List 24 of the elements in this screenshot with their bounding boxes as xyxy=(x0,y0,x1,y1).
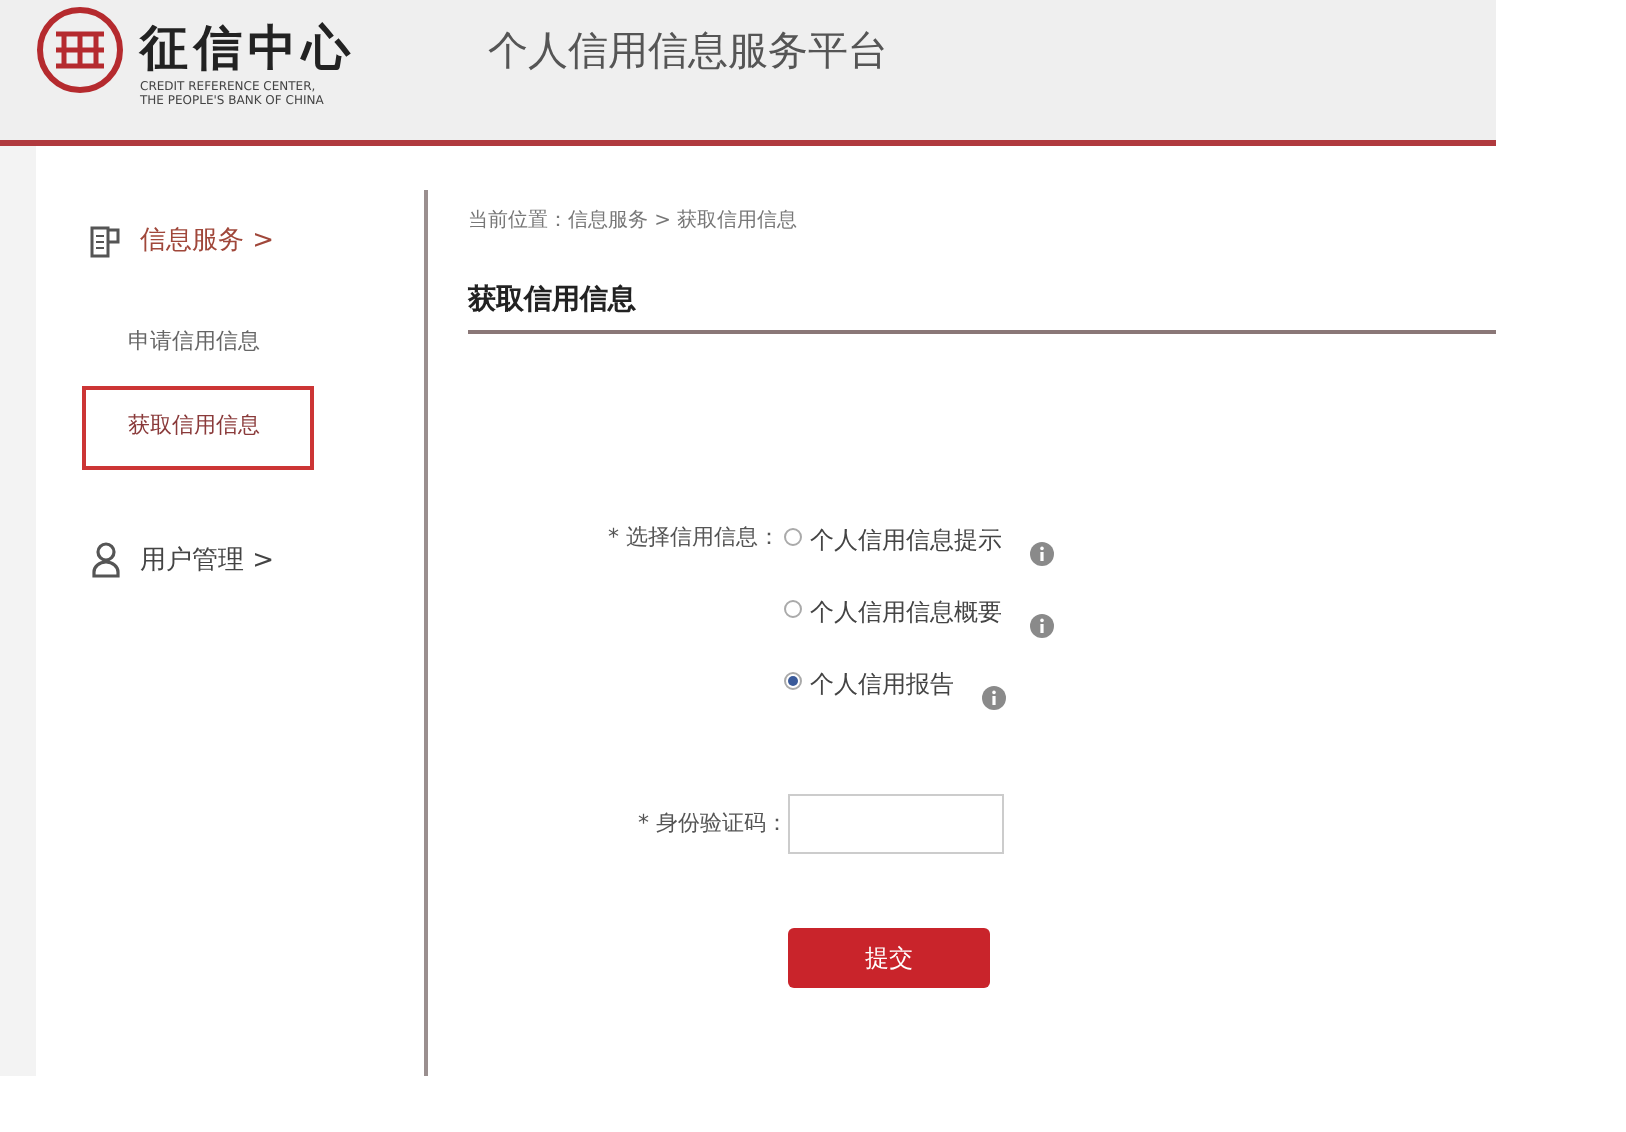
sidebar-section-link[interactable]: 信息服务 > xyxy=(140,222,275,261)
field-label: * 身份验证码： xyxy=(636,807,788,840)
sidebar-section-link[interactable]: 用户管理 > xyxy=(140,541,275,580)
verification-code-field[interactable] xyxy=(788,794,1004,854)
field-label: * 选择信用信息： xyxy=(606,522,782,554)
radio-label[interactable]: 个人信用信息概要 xyxy=(810,594,1002,630)
breadcrumb: 当前位置：信息服务 > 获取信用信息 xyxy=(468,207,800,236)
info-icon[interactable] xyxy=(1030,614,1054,638)
info-icon[interactable] xyxy=(982,686,1006,710)
seal-logo-icon xyxy=(36,6,124,94)
radio-label[interactable]: 个人信用报告 xyxy=(810,666,954,702)
logo-name: 征信中心 xyxy=(140,21,356,73)
info-icon[interactable] xyxy=(1030,542,1054,566)
document-icon xyxy=(90,225,122,258)
submit-button[interactable]: 提交 xyxy=(788,928,990,988)
radio-button[interactable] xyxy=(784,600,802,618)
radio-label[interactable]: 个人信用信息提示 xyxy=(810,522,1002,558)
platform-title: 个人信用信息服务平台 xyxy=(488,24,888,78)
radio-button[interactable] xyxy=(784,672,802,690)
sidebar-item[interactable]: 申请信用信息 xyxy=(82,301,314,385)
user-icon xyxy=(90,542,122,579)
page-title: 获取信用信息 xyxy=(468,282,638,320)
radio-button[interactable] xyxy=(784,528,802,546)
sidebar-item[interactable]: 获取信用信息 xyxy=(82,385,314,469)
